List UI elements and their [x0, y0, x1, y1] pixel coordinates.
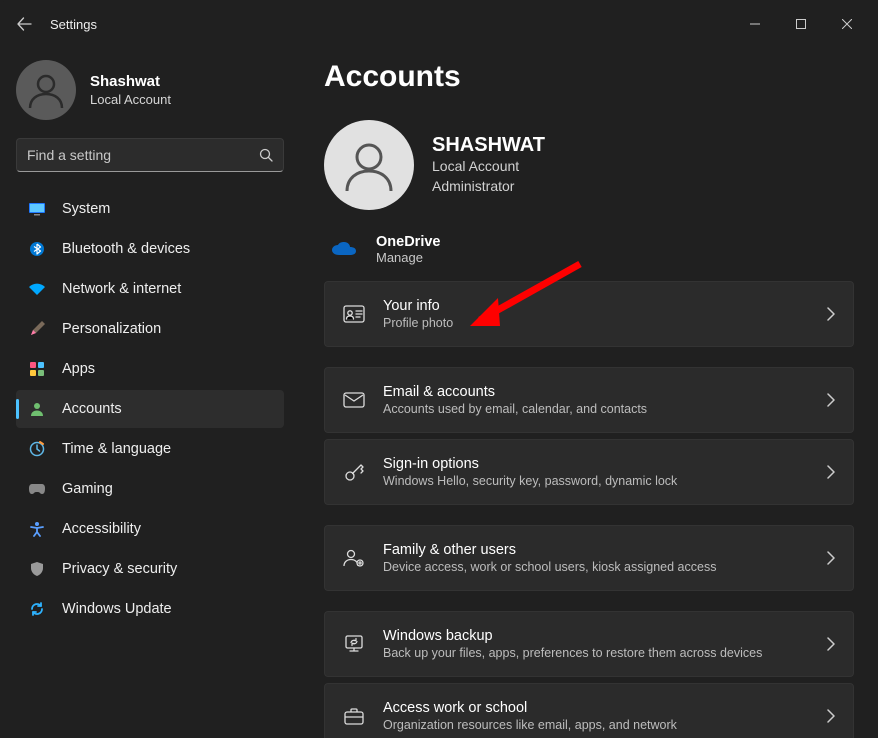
- sidebar-item-time[interactable]: Time & language: [16, 430, 284, 468]
- mail-icon: [343, 389, 365, 411]
- account-header: SHASHWAT Local Account Administrator: [324, 120, 854, 210]
- sidebar-item-accounts[interactable]: Accounts: [16, 390, 284, 428]
- chevron-right-icon: [827, 709, 835, 723]
- main-content: Accounts SHASHWAT Local Account Administ…: [296, 48, 878, 738]
- sidebar-item-update[interactable]: Windows Update: [16, 590, 284, 628]
- gamepad-icon: [28, 480, 46, 498]
- onedrive-icon: [330, 236, 358, 264]
- sidebar-item-label: Privacy & security: [62, 561, 177, 577]
- onedrive-sub: Manage: [376, 250, 440, 265]
- page-title: Accounts: [324, 60, 854, 94]
- sidebar-item-label: Personalization: [62, 321, 161, 337]
- sidebar-item-privacy[interactable]: Privacy & security: [16, 550, 284, 588]
- account-role: Administrator: [432, 177, 545, 197]
- minimize-icon: [750, 19, 760, 29]
- card-sub: Profile photo: [383, 316, 809, 330]
- update-icon: [28, 600, 46, 618]
- people-icon: [343, 547, 365, 569]
- sidebar-item-label: Accessibility: [62, 521, 141, 537]
- maximize-icon: [796, 19, 806, 29]
- card-sub: Accounts used by email, calendar, and co…: [383, 402, 809, 416]
- sidebar-item-label: Network & internet: [62, 281, 181, 297]
- sidebar: Shashwat Local Account System Bluetooth …: [0, 48, 296, 738]
- account-name: SHASHWAT: [432, 134, 545, 157]
- card-work-school[interactable]: Access work or school Organization resou…: [324, 683, 854, 738]
- id-card-icon: [343, 303, 365, 325]
- sidebar-item-label: Time & language: [62, 441, 171, 457]
- chevron-right-icon: [827, 637, 835, 651]
- sidebar-item-network[interactable]: Network & internet: [16, 270, 284, 308]
- sidebar-item-label: Gaming: [62, 481, 113, 497]
- card-title: Family & other users: [383, 542, 809, 558]
- search-input[interactable]: [27, 147, 259, 163]
- user-name: Shashwat: [90, 73, 171, 90]
- card-email-accounts[interactable]: Email & accounts Accounts used by email,…: [324, 367, 854, 433]
- key-icon: [343, 461, 365, 483]
- search-icon: [259, 148, 273, 162]
- user-type: Local Account: [90, 92, 171, 107]
- chevron-right-icon: [827, 307, 835, 321]
- card-sub: Device access, work or school users, kio…: [383, 560, 809, 574]
- card-signin-options[interactable]: Sign-in options Windows Hello, security …: [324, 439, 854, 505]
- maximize-button[interactable]: [778, 8, 824, 40]
- apps-icon: [28, 360, 46, 378]
- onedrive-row[interactable]: OneDrive Manage: [324, 228, 854, 281]
- shield-icon: [28, 560, 46, 578]
- user-avatar-icon: [16, 60, 76, 120]
- wifi-icon: [28, 280, 46, 298]
- sidebar-item-personalization[interactable]: Personalization: [16, 310, 284, 348]
- chevron-right-icon: [827, 551, 835, 565]
- title-bar: Settings: [0, 0, 878, 48]
- card-sub: Windows Hello, security key, password, d…: [383, 474, 809, 488]
- sidebar-item-label: Apps: [62, 361, 95, 377]
- back-arrow-icon: [16, 16, 32, 32]
- card-windows-backup[interactable]: Windows backup Back up your files, apps,…: [324, 611, 854, 677]
- close-button[interactable]: [824, 8, 870, 40]
- chevron-right-icon: [827, 465, 835, 479]
- minimize-button[interactable]: [732, 8, 778, 40]
- window-title: Settings: [50, 17, 97, 32]
- card-title: Email & accounts: [383, 384, 809, 400]
- system-icon: [28, 200, 46, 218]
- account-type: Local Account: [432, 157, 545, 177]
- sidebar-item-label: Windows Update: [62, 601, 172, 617]
- sidebar-item-bluetooth[interactable]: Bluetooth & devices: [16, 230, 284, 268]
- clock-icon: [28, 440, 46, 458]
- sidebar-item-label: System: [62, 201, 110, 217]
- card-sub: Organization resources like email, apps,…: [383, 718, 809, 732]
- user-block[interactable]: Shashwat Local Account: [16, 60, 284, 120]
- sidebar-item-accessibility[interactable]: Accessibility: [16, 510, 284, 548]
- card-your-info[interactable]: Your info Profile photo: [324, 281, 854, 347]
- card-title: Windows backup: [383, 628, 809, 644]
- sidebar-item-system[interactable]: System: [16, 190, 284, 228]
- search-box[interactable]: [16, 138, 284, 172]
- card-sub: Back up your files, apps, preferences to…: [383, 646, 809, 660]
- person-icon: [28, 400, 46, 418]
- settings-cards: Your info Profile photo Email & accounts…: [324, 281, 854, 738]
- card-title: Access work or school: [383, 700, 809, 716]
- close-icon: [842, 19, 852, 29]
- onedrive-title: OneDrive: [376, 234, 440, 250]
- sidebar-nav: System Bluetooth & devices Network & int…: [16, 190, 284, 628]
- sidebar-item-gaming[interactable]: Gaming: [16, 470, 284, 508]
- chevron-right-icon: [827, 393, 835, 407]
- card-title: Your info: [383, 298, 809, 314]
- card-family-users[interactable]: Family & other users Device access, work…: [324, 525, 854, 591]
- card-title: Sign-in options: [383, 456, 809, 472]
- backup-icon: [343, 633, 365, 655]
- briefcase-icon: [343, 705, 365, 727]
- accessibility-icon: [28, 520, 46, 538]
- sidebar-item-apps[interactable]: Apps: [16, 350, 284, 388]
- bluetooth-icon: [28, 240, 46, 258]
- account-avatar-icon: [324, 120, 414, 210]
- brush-icon: [28, 320, 46, 338]
- sidebar-item-label: Accounts: [62, 401, 122, 417]
- back-button[interactable]: [8, 8, 40, 40]
- sidebar-item-label: Bluetooth & devices: [62, 241, 190, 257]
